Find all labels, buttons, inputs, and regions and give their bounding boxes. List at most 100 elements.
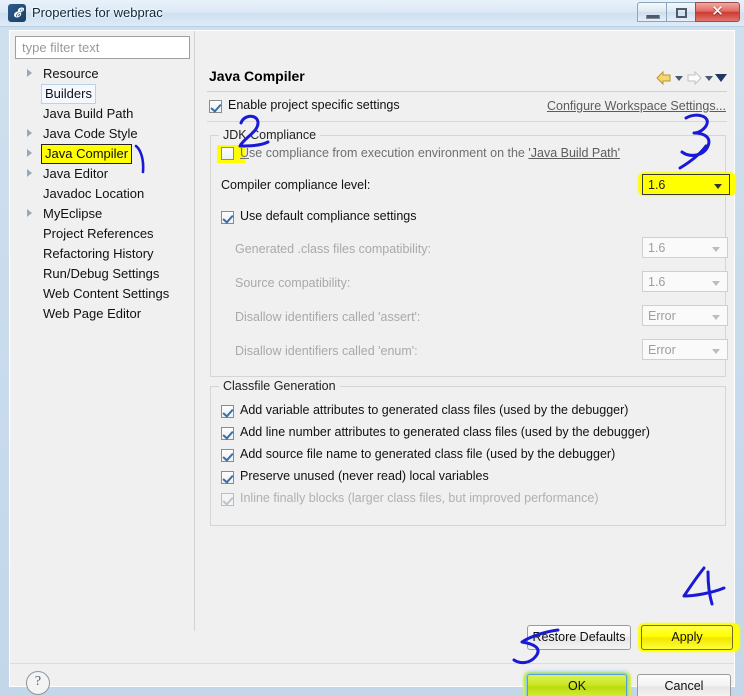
enable-project-specific-settings-label: Enable project specific settings bbox=[228, 98, 400, 112]
sidebar-item-label: Project References bbox=[43, 226, 154, 241]
disallow-enum-label: Disallow identifiers called 'enum': bbox=[235, 344, 418, 358]
disallow-enum-value: Error bbox=[648, 343, 676, 357]
sidebar-item-refactoring-history[interactable]: Refactoring History bbox=[10, 244, 193, 264]
chevron-down-icon bbox=[712, 349, 720, 354]
preserve-unused-locals-label: Preserve unused (never read) local varia… bbox=[240, 469, 489, 483]
chevron-down-icon bbox=[712, 247, 720, 252]
use-default-compliance-settings-label: Use default compliance settings bbox=[240, 209, 417, 223]
sidebar-item-run-debug-settings[interactable]: Run/Debug Settings bbox=[10, 264, 193, 284]
back-arrow-icon[interactable] bbox=[655, 70, 673, 86]
sidebar-item-label: Java Code Style bbox=[43, 126, 138, 141]
title-separator bbox=[207, 91, 727, 92]
sidebar-item-label: Web Content Settings bbox=[43, 286, 170, 301]
properties-dialog-window: 𝓔 Properties for webprac ✕ type filter t… bbox=[0, 0, 744, 696]
minimize-icon bbox=[646, 15, 660, 19]
sidebar-item-project-references[interactable]: Project References bbox=[10, 224, 193, 244]
chevron-down-icon bbox=[712, 315, 720, 320]
close-icon: ✕ bbox=[711, 3, 724, 20]
forward-history-dropdown-icon[interactable] bbox=[705, 75, 713, 81]
settings-tree[interactable]: Resource Builders Java Build Path Java C… bbox=[10, 64, 193, 624]
use-execution-environment-checkbox[interactable] bbox=[221, 147, 234, 160]
sidebar-item-label: Java Compiler bbox=[41, 144, 133, 164]
classfile-generation-group: Classfile Generation Add variable attrib… bbox=[210, 379, 726, 526]
compliance-level-value: 1.6 bbox=[648, 178, 666, 192]
sidebar-item-myeclipse[interactable]: MyEclipse bbox=[10, 204, 193, 224]
maximize-button[interactable] bbox=[666, 2, 695, 22]
window-controls: ✕ bbox=[637, 2, 740, 23]
sidebar-item-label: Java Editor bbox=[43, 166, 109, 181]
dialog-body: type filter text Resource Builders Java … bbox=[9, 30, 740, 696]
use-execution-environment-label: Use compliance from execution environmen… bbox=[240, 146, 620, 160]
panel-divider bbox=[194, 31, 195, 631]
chevron-right-icon[interactable] bbox=[27, 169, 32, 177]
sidebar-item-label: Run/Debug Settings bbox=[43, 266, 160, 281]
source-compat-value: 1.6 bbox=[648, 275, 666, 289]
restore-defaults-button[interactable]: Restore Defaults bbox=[527, 625, 631, 650]
sidebar-item-resource[interactable]: Resource bbox=[10, 64, 193, 84]
disallow-assert-value: Error bbox=[648, 309, 676, 323]
filter-placeholder: type filter text bbox=[22, 40, 100, 55]
content-pane: Java Compiler Enable project specific se… bbox=[204, 64, 736, 626]
button-bar-separator bbox=[10, 663, 734, 664]
navigation-bar bbox=[655, 68, 727, 88]
java-build-path-link[interactable]: 'Java Build Path' bbox=[528, 146, 620, 160]
inline-finally-blocks-label: Inline finally blocks (larger class file… bbox=[240, 491, 599, 505]
section-separator bbox=[207, 121, 727, 122]
sidebar-item-javadoc-location[interactable]: Javadoc Location bbox=[10, 184, 193, 204]
minimize-button[interactable] bbox=[637, 2, 666, 22]
add-line-number-attributes-label: Add line number attributes to generated … bbox=[240, 425, 650, 439]
sidebar-item-java-editor[interactable]: Java Editor bbox=[10, 164, 193, 184]
chevron-right-icon[interactable] bbox=[27, 129, 32, 137]
enable-project-specific-settings-checkbox[interactable] bbox=[209, 100, 222, 113]
title-bar: 𝓔 Properties for webprac ✕ bbox=[0, 0, 744, 27]
ok-button[interactable]: OK bbox=[527, 674, 627, 696]
cancel-button[interactable]: Cancel bbox=[637, 674, 731, 696]
eclipse-icon: 𝓔 bbox=[8, 4, 26, 22]
chevron-right-icon[interactable] bbox=[27, 69, 32, 77]
java-compiler-tree-item[interactable]: Java Compiler bbox=[10, 142, 193, 166]
chevron-down-icon bbox=[714, 184, 722, 189]
window-title: Properties for webprac bbox=[32, 5, 163, 20]
generated-class-compat-combo: 1.6 bbox=[642, 237, 728, 258]
use-default-compliance-settings-checkbox[interactable] bbox=[221, 211, 234, 224]
sidebar-item-label: Web Page Editor bbox=[43, 306, 142, 321]
jdk-compliance-group: JDK Compliance Use compliance from execu… bbox=[210, 128, 736, 377]
sidebar-item-label: Javadoc Location bbox=[43, 186, 145, 201]
compliance-level-combo[interactable]: 1.6 bbox=[642, 174, 730, 195]
add-line-number-attributes-checkbox[interactable] bbox=[221, 427, 234, 440]
preserve-unused-locals-checkbox[interactable] bbox=[221, 471, 234, 484]
sidebar-item-label: Java Build Path bbox=[43, 106, 134, 121]
enable-project-specific-settings-row: Enable project specific settings Configu… bbox=[209, 97, 727, 117]
inline-finally-blocks-checkbox bbox=[221, 493, 234, 506]
generated-class-compat-label: Generated .class files compatibility: bbox=[235, 242, 431, 256]
add-source-file-name-label: Add source file name to generated class … bbox=[240, 447, 616, 461]
filter-input[interactable]: type filter text bbox=[15, 36, 190, 59]
sidebar-item-java-code-style[interactable]: Java Code Style bbox=[10, 124, 193, 144]
sidebar-item-builders[interactable]: Builders bbox=[10, 84, 193, 104]
sidebar-item-label: Builders bbox=[41, 84, 96, 104]
mnemonic-letter: U bbox=[240, 146, 250, 160]
sidebar-item-label: Refactoring History bbox=[43, 246, 154, 261]
chevron-right-icon[interactable] bbox=[27, 209, 32, 217]
sidebar-item-web-page-editor[interactable]: Web Page Editor bbox=[10, 304, 193, 324]
sidebar-item-java-build-path[interactable]: Java Build Path bbox=[10, 104, 193, 124]
page-menu-dropdown-icon[interactable] bbox=[715, 74, 727, 82]
add-source-file-name-checkbox[interactable] bbox=[221, 449, 234, 462]
apply-button[interactable]: Apply bbox=[641, 625, 733, 650]
help-icon[interactable]: ? bbox=[26, 671, 50, 695]
page-title: Java Compiler bbox=[209, 68, 305, 84]
disallow-enum-combo: Error bbox=[642, 339, 728, 360]
back-history-dropdown-icon[interactable] bbox=[675, 75, 683, 81]
generated-class-compat-value: 1.6 bbox=[648, 241, 666, 255]
forward-arrow-icon[interactable] bbox=[685, 70, 703, 86]
disallow-assert-label: Disallow identifiers called 'assert': bbox=[235, 310, 421, 324]
add-variable-attributes-checkbox[interactable] bbox=[221, 405, 234, 418]
chevron-down-icon bbox=[712, 281, 720, 286]
window-frame: 𝓔 Properties for webprac ✕ type filter t… bbox=[0, 0, 744, 696]
close-button[interactable]: ✕ bbox=[695, 2, 740, 22]
sidebar-item-web-content-settings[interactable]: Web Content Settings bbox=[10, 284, 193, 304]
sidebar-item-label: MyEclipse bbox=[43, 206, 103, 221]
configure-workspace-settings-link[interactable]: Configure Workspace Settings... bbox=[547, 99, 726, 113]
disallow-assert-combo: Error bbox=[642, 305, 728, 326]
chevron-right-icon[interactable] bbox=[27, 149, 32, 157]
